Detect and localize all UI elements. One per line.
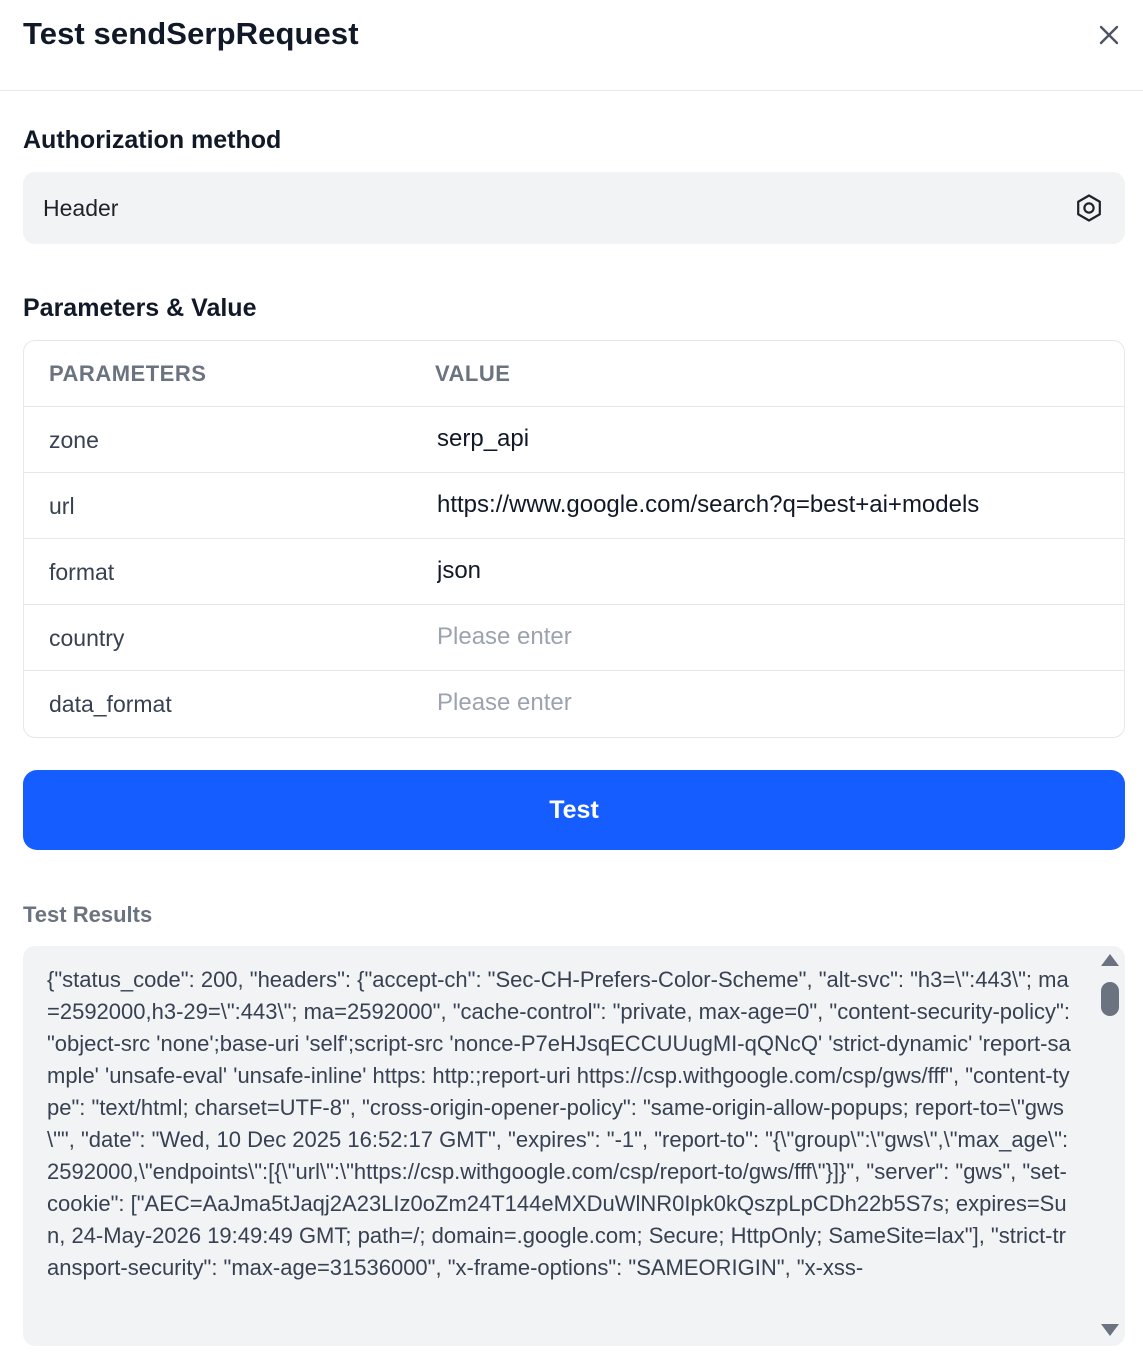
test-results-panel[interactable]: {"status_code": 200, "headers": {"accept… <box>23 946 1125 1346</box>
modal-header: Test sendSerpRequest <box>0 0 1143 91</box>
test-results-text: {"status_code": 200, "headers": {"accept… <box>47 967 1077 1280</box>
test-results-label: Test Results <box>23 902 153 927</box>
parameters-table: PARAMETERS VALUE zone url format country… <box>23 340 1125 738</box>
country-value-input[interactable] <box>437 605 1107 669</box>
auth-method-value: Header <box>43 195 119 221</box>
gear-icon[interactable] <box>1073 192 1105 224</box>
scrollbar-thumb[interactable] <box>1101 982 1119 1016</box>
close-button[interactable] <box>1094 20 1124 50</box>
close-icon <box>1099 25 1119 45</box>
scroll-up-arrow-icon[interactable] <box>1101 954 1119 966</box>
table-row: zone <box>24 407 1124 473</box>
column-header-parameters: PARAMETERS <box>49 361 207 386</box>
table-row: data_format <box>24 671 1124 737</box>
zone-value-input[interactable] <box>437 407 1107 471</box>
column-header-value: VALUE <box>435 361 511 386</box>
format-value-input[interactable] <box>437 539 1107 603</box>
scroll-down-arrow-icon[interactable] <box>1101 1324 1119 1336</box>
table-row: country <box>24 605 1124 671</box>
param-name-format: format <box>49 559 115 585</box>
modal-title: Test sendSerpRequest <box>23 16 359 51</box>
parameters-label: Parameters & Value <box>23 294 257 322</box>
param-name-url: url <box>49 493 75 519</box>
param-name-data-format: data_format <box>49 691 172 717</box>
param-name-zone: zone <box>49 427 99 453</box>
url-value-input[interactable] <box>437 473 1107 537</box>
auth-method-label: Authorization method <box>23 126 282 154</box>
test-button[interactable]: Test <box>23 770 1125 850</box>
results-scrollbar[interactable] <box>1095 946 1125 1346</box>
table-header-row: PARAMETERS VALUE <box>24 341 1124 407</box>
data-format-value-input[interactable] <box>437 671 1107 735</box>
param-name-country: country <box>49 625 125 651</box>
table-row: format <box>24 539 1124 605</box>
table-row: url <box>24 473 1124 539</box>
auth-method-select[interactable]: Header <box>23 172 1125 244</box>
